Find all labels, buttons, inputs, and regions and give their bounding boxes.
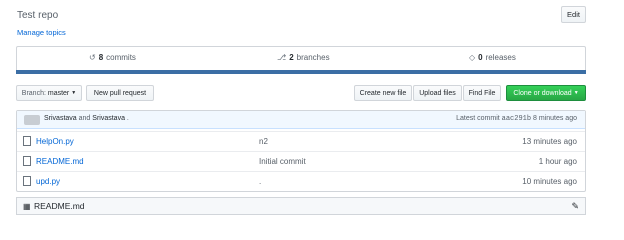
- new-pull-request-button[interactable]: New pull request: [86, 85, 154, 101]
- file-icon: [23, 156, 31, 166]
- caret-down-icon: ▼: [71, 90, 77, 96]
- tag-icon: ◇: [469, 53, 476, 62]
- latest-commit-bar: Srivastava and Srivastava . Latest commi…: [17, 111, 585, 129]
- commit-age: 8 minutes ago: [533, 115, 577, 122]
- author-link[interactable]: Srivastava: [92, 115, 125, 122]
- file-age: 13 minutes ago: [522, 137, 577, 146]
- find-file-button[interactable]: Find File: [463, 85, 501, 101]
- branches-link[interactable]: ⎇ 2 branches: [277, 53, 330, 62]
- commit-message-link[interactable]: .: [127, 115, 129, 122]
- clone-or-download-button[interactable]: Clone or download ▼: [506, 85, 586, 101]
- file-commit-message[interactable]: Initial commit: [259, 157, 306, 166]
- book-icon: ▦: [23, 202, 31, 211]
- readme-title: README.md: [34, 201, 85, 211]
- manage-topics-link[interactable]: Manage topics: [17, 28, 66, 37]
- clone-label: Clone or download: [513, 89, 572, 97]
- upload-files-button[interactable]: Upload files: [413, 85, 462, 101]
- repo-description: Test repo: [17, 10, 59, 21]
- and-text: and: [78, 115, 91, 122]
- repo-summary: ↺ 8 commits ⎇ 2 branches ◇ 0 releases: [16, 46, 586, 74]
- language-bar: [16, 70, 586, 74]
- file-name-link[interactable]: HelpOn.py: [36, 137, 74, 146]
- file-age: 10 minutes ago: [522, 177, 577, 186]
- file-icon: [23, 136, 31, 146]
- table-row: README.md Initial commit 1 hour ago: [17, 151, 585, 171]
- branch-label: Branch:: [21, 89, 46, 97]
- create-new-file-button[interactable]: Create new file: [354, 85, 412, 101]
- branches-label: branches: [296, 53, 330, 62]
- file-name-link[interactable]: README.md: [36, 157, 84, 166]
- pencil-icon[interactable]: ✎: [571, 201, 579, 212]
- edit-button[interactable]: Edit: [561, 6, 586, 23]
- branch-icon: ⎇: [277, 53, 287, 62]
- commit-authors: Srivastava and Srivastava .: [44, 115, 129, 122]
- table-row: upd.py . 10 minutes ago: [17, 171, 585, 191]
- table-row: HelpOn.py n2 13 minutes ago: [17, 131, 585, 151]
- file-icon: [23, 176, 31, 186]
- file-commit-message[interactable]: n2: [259, 137, 268, 146]
- branch-value: master: [47, 89, 70, 97]
- file-list: Srivastava and Srivastava . Latest commi…: [16, 110, 586, 192]
- commits-link[interactable]: ↺ 8 commits: [89, 53, 136, 62]
- avatar[interactable]: [24, 115, 40, 125]
- branches-count: 2: [289, 53, 294, 62]
- releases-label: releases: [485, 53, 516, 62]
- branch-select-button[interactable]: Branch: master ▼: [16, 85, 82, 101]
- latest-commit-info: Latest commit aac291b 8 minutes ago: [456, 115, 577, 123]
- file-commit-message[interactable]: .: [259, 177, 261, 186]
- readme-header: ▦ README.md ✎: [16, 197, 586, 215]
- author-link[interactable]: Srivastava: [44, 115, 77, 122]
- latest-commit-label: Latest commit: [456, 115, 500, 122]
- file-name-link[interactable]: upd.py: [36, 177, 60, 186]
- caret-down-icon: ▼: [573, 90, 579, 96]
- commits-count: 8: [98, 53, 104, 62]
- history-icon: ↺: [89, 53, 96, 62]
- commits-label: commits: [106, 53, 136, 62]
- releases-link[interactable]: ◇ 0 releases: [469, 53, 516, 62]
- file-age: 1 hour ago: [538, 157, 577, 166]
- releases-count: 0: [478, 53, 483, 62]
- commit-sha-link[interactable]: aac291b: [502, 115, 531, 123]
